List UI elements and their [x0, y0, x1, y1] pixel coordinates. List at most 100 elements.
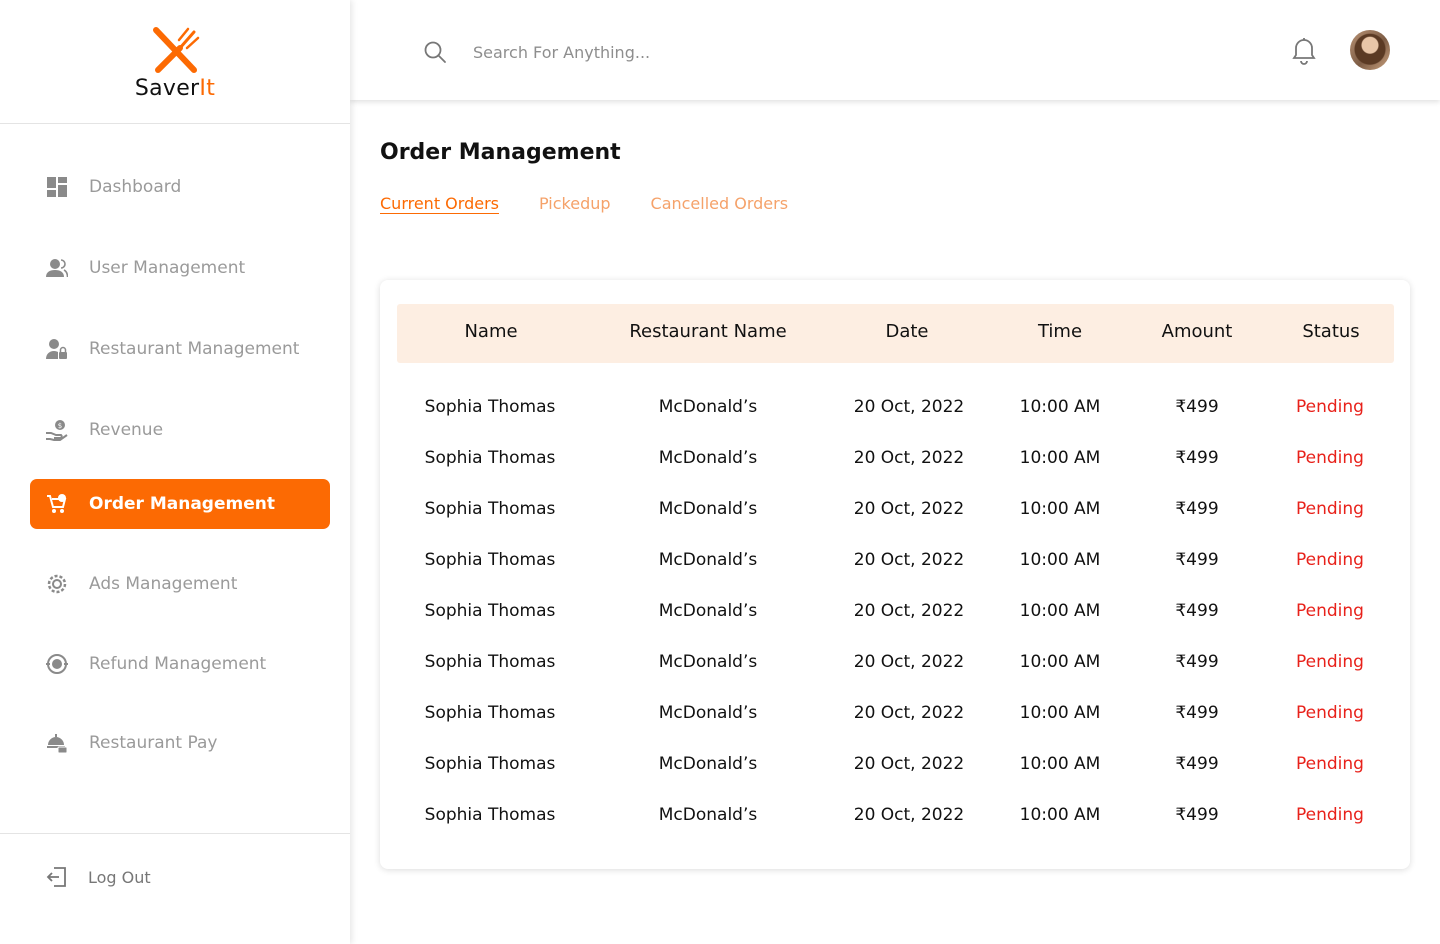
- column-header-status: Status: [1302, 321, 1360, 342]
- tab-pickedup[interactable]: Pickedup: [539, 194, 611, 213]
- cell-status: Pending: [1296, 805, 1364, 825]
- table-row[interactable]: Sophia Thomas McDonald’s 20 Oct, 2022 10:00…: [380, 601, 1410, 652]
- column-header-date: Date: [885, 321, 929, 342]
- cell-restaurant-name: McDonald’s: [658, 703, 758, 723]
- sidebar-item-restaurant-management[interactable]: Restaurant Management: [30, 324, 330, 374]
- logo-text: SaverIt: [134, 76, 216, 101]
- cell-amount: ₹499: [1175, 550, 1219, 570]
- sidebar-item-refund-management[interactable]: Refund Management: [30, 639, 330, 689]
- cell-status: Pending: [1296, 448, 1364, 468]
- cell-date: 20 Oct, 2022: [853, 601, 965, 621]
- sidebar-item-label: Refund Management: [89, 654, 267, 674]
- table-row[interactable]: Sophia Thomas McDonald’s 20 Oct, 2022 10:00…: [380, 652, 1410, 703]
- sidebar-item-order-management[interactable]: Order Management: [30, 479, 330, 529]
- cell-amount: ₹499: [1175, 448, 1219, 468]
- cell-time: 10:00 AM: [1019, 805, 1101, 825]
- cell-status: Pending: [1296, 397, 1364, 417]
- cell-date: 20 Oct, 2022: [853, 397, 965, 417]
- cell-restaurant-name: McDonald’s: [658, 550, 758, 570]
- cell-name: Sophia Thomas: [424, 448, 556, 468]
- cell-amount: ₹499: [1175, 754, 1219, 774]
- sidebar-item-dashboard[interactable]: Dashboard: [30, 162, 330, 212]
- search-icon[interactable]: [423, 40, 447, 64]
- cell-restaurant-name: McDonald’s: [658, 448, 758, 468]
- cell-status: Pending: [1296, 499, 1364, 519]
- cell-status: Pending: [1296, 754, 1364, 774]
- logo[interactable]: SaverIt: [0, 0, 350, 124]
- sidebar-item-label: Revenue: [89, 420, 164, 440]
- bell-icon[interactable]: [1291, 37, 1317, 65]
- cell-date: 20 Oct, 2022: [853, 805, 965, 825]
- cell-amount: ₹499: [1175, 703, 1219, 723]
- column-header-time: Time: [1037, 321, 1083, 342]
- sidebar-item-label: Order Management: [89, 494, 275, 514]
- revenue-hand-icon: $: [46, 419, 68, 441]
- logout-icon: [46, 867, 66, 887]
- refund-icon: [46, 653, 68, 675]
- ads-gear-icon: [46, 573, 68, 595]
- orders-table-card: Name Restaurant Name Date Time Amount St…: [380, 280, 1410, 869]
- cell-date: 20 Oct, 2022: [853, 550, 965, 570]
- users-icon: [46, 257, 68, 279]
- cell-date: 20 Oct, 2022: [853, 448, 965, 468]
- sidebar-item-revenue[interactable]: $ Revenue: [30, 405, 330, 455]
- sidebar-item-label: User Management: [89, 258, 246, 278]
- cell-amount: ₹499: [1175, 397, 1219, 417]
- cell-time: 10:00 AM: [1019, 550, 1101, 570]
- column-header-name: Name: [464, 321, 518, 342]
- restaurant-pay-icon: [46, 732, 68, 754]
- cell-status: Pending: [1296, 703, 1364, 723]
- table-row[interactable]: Sophia Thomas McDonald’s 20 Oct, 2022 10:00…: [380, 703, 1410, 754]
- cell-amount: ₹499: [1175, 805, 1219, 825]
- cell-status: Pending: [1296, 652, 1364, 672]
- cell-restaurant-name: McDonald’s: [658, 754, 758, 774]
- table-row[interactable]: Sophia Thomas McDonald’s 20 Oct, 2022 10:00…: [380, 397, 1410, 448]
- cell-restaurant-name: McDonald’s: [658, 652, 758, 672]
- cell-time: 10:00 AM: [1019, 652, 1101, 672]
- user-avatar[interactable]: [1350, 30, 1390, 70]
- cell-date: 20 Oct, 2022: [853, 703, 965, 723]
- cell-status: Pending: [1296, 601, 1364, 621]
- cell-restaurant-name: McDonald’s: [658, 397, 758, 417]
- cell-name: Sophia Thomas: [424, 601, 556, 621]
- cell-amount: ₹499: [1175, 652, 1219, 672]
- sidebar-item-user-management[interactable]: User Management: [30, 243, 330, 293]
- table-row[interactable]: Sophia Thomas McDonald’s 20 Oct, 2022 10:00…: [380, 499, 1410, 550]
- cell-amount: ₹499: [1175, 601, 1219, 621]
- table-row[interactable]: Sophia Thomas McDonald’s 20 Oct, 2022 10:00…: [380, 550, 1410, 601]
- sidebar-item-ads-management[interactable]: Ads Management: [30, 559, 330, 609]
- order-tabs: Current Orders Pickedup Cancelled Orders: [380, 194, 828, 213]
- cell-restaurant-name: McDonald’s: [658, 601, 758, 621]
- restaurant-user-icon: [46, 338, 68, 360]
- cell-date: 20 Oct, 2022: [853, 499, 965, 519]
- cell-date: 20 Oct, 2022: [853, 652, 965, 672]
- cell-restaurant-name: McDonald’s: [658, 499, 758, 519]
- table-row[interactable]: Sophia Thomas McDonald’s 20 Oct, 2022 10:00…: [380, 805, 1410, 856]
- cell-name: Sophia Thomas: [424, 703, 556, 723]
- cell-time: 10:00 AM: [1019, 601, 1101, 621]
- sidebar-item-label: Restaurant Management: [89, 339, 300, 359]
- column-header-restaurant-name: Restaurant Name: [629, 321, 787, 342]
- cell-time: 10:00 AM: [1019, 754, 1101, 774]
- cell-name: Sophia Thomas: [424, 805, 556, 825]
- tab-current-orders[interactable]: Current Orders: [380, 194, 499, 213]
- table-row[interactable]: Sophia Thomas McDonald’s 20 Oct, 2022 10:00…: [380, 448, 1410, 499]
- cell-restaurant-name: McDonald’s: [658, 805, 758, 825]
- table-row[interactable]: Sophia Thomas McDonald’s 20 Oct, 2022 10:00…: [380, 754, 1410, 805]
- sidebar-item-label: Ads Management: [89, 574, 238, 594]
- cell-time: 10:00 AM: [1019, 448, 1101, 468]
- dashboard-icon: [46, 176, 68, 198]
- column-header-amount: Amount: [1161, 321, 1233, 342]
- sidebar-item-restaurant-pay[interactable]: Restaurant Pay: [30, 718, 330, 768]
- cell-name: Sophia Thomas: [424, 754, 556, 774]
- logout-button[interactable]: Log Out: [46, 866, 151, 888]
- table-header: Name Restaurant Name Date Time Amount St…: [397, 304, 1394, 363]
- sidebar-item-label: Restaurant Pay: [89, 733, 218, 753]
- search-input[interactable]: [473, 34, 973, 70]
- sidebar: SaverIt Dashboard User Management Restau…: [0, 0, 350, 944]
- tab-cancelled-orders[interactable]: Cancelled Orders: [651, 194, 789, 213]
- order-cart-icon: [46, 493, 68, 515]
- cell-status: Pending: [1296, 550, 1364, 570]
- logout-label: Log Out: [88, 867, 151, 887]
- fork-knife-logo-icon: [153, 27, 200, 73]
